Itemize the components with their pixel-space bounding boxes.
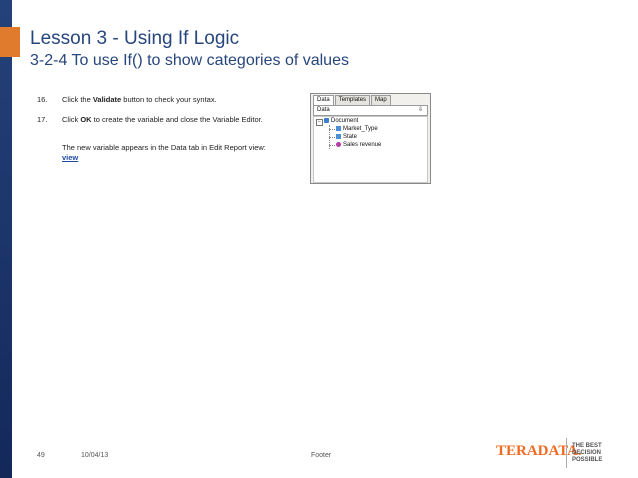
teradata-logo: TERADATA. — [496, 443, 582, 459]
tagline-line: THE BEST — [572, 443, 602, 449]
step-text-pre: Click — [62, 115, 81, 124]
panel-tabs: Data Templates Map — [313, 95, 392, 105]
tree-item-state[interactable]: State — [336, 133, 357, 141]
tree-item-label: State — [343, 134, 358, 140]
tree-item-market-type[interactable]: Market_Type — [336, 125, 378, 133]
validate-keyword: Validate — [92, 95, 122, 104]
step-text-pre: Click the — [62, 95, 93, 104]
panel-header-label: Data — [317, 107, 330, 113]
document-icon — [324, 117, 329, 123]
tagline-line: POSSIBLE — [572, 457, 603, 463]
logo-divider — [566, 438, 567, 468]
tree-connector — [329, 137, 335, 138]
step-text: Click OK to create the variable and clos… — [62, 115, 277, 125]
orange-accent-block — [0, 27, 20, 57]
step-number: 16. — [37, 95, 48, 104]
left-color-band — [0, 0, 12, 478]
collapse-icon[interactable]: − — [316, 119, 323, 126]
tagline-line: DECISION — [572, 450, 602, 456]
note-body: The new variable appears in the Data tab… — [62, 143, 266, 152]
footer-date: 10/04/13 — [81, 452, 109, 459]
step-text-post: button to check your syntax. — [121, 95, 217, 104]
measure-icon — [336, 141, 341, 147]
data-tree: − Document Market_Type State Sales reven… — [313, 116, 428, 183]
tree-item-sales-revenue[interactable]: Sales revenue — [336, 141, 381, 149]
tree-item-label: Sales revenue — [343, 142, 382, 148]
page-number: 49 — [37, 452, 45, 459]
dimension-icon — [336, 125, 341, 131]
brand-tagline: THE BEST DECISION POSSIBLE — [572, 443, 602, 464]
tree-connector — [329, 145, 335, 146]
tree-item-label: Market_Type — [343, 126, 378, 132]
pin-icon[interactable]: ⇩ — [418, 106, 423, 115]
data-panel: Data Templates Map Data ⇩ − Document Mar… — [310, 93, 431, 184]
tab-map[interactable]: Map — [371, 95, 391, 105]
step-text: Click the Validate button to check your … — [62, 95, 282, 105]
tree-connector — [329, 129, 335, 130]
tab-templates[interactable]: Templates — [334, 95, 371, 105]
slide-title: Lesson 3 - Using If Logic — [30, 28, 240, 49]
tab-data[interactable]: Data — [313, 95, 334, 105]
step-number: 17. — [37, 115, 48, 124]
view-link[interactable]: view — [62, 153, 78, 162]
slide-subtitle: 3-2-4 To use If() to show categories of … — [30, 52, 349, 69]
tree-root-label: Document — [331, 118, 359, 124]
step-text-post: to create the variable and close the Var… — [91, 115, 263, 124]
tree-root-document[interactable]: Document — [324, 117, 358, 125]
note-text: The new variable appears in the Data tab… — [62, 143, 277, 163]
dimension-icon — [336, 133, 341, 139]
footer-text: Footer — [311, 452, 332, 459]
ok-keyword: OK — [80, 115, 92, 124]
panel-header: Data ⇩ — [313, 105, 428, 116]
